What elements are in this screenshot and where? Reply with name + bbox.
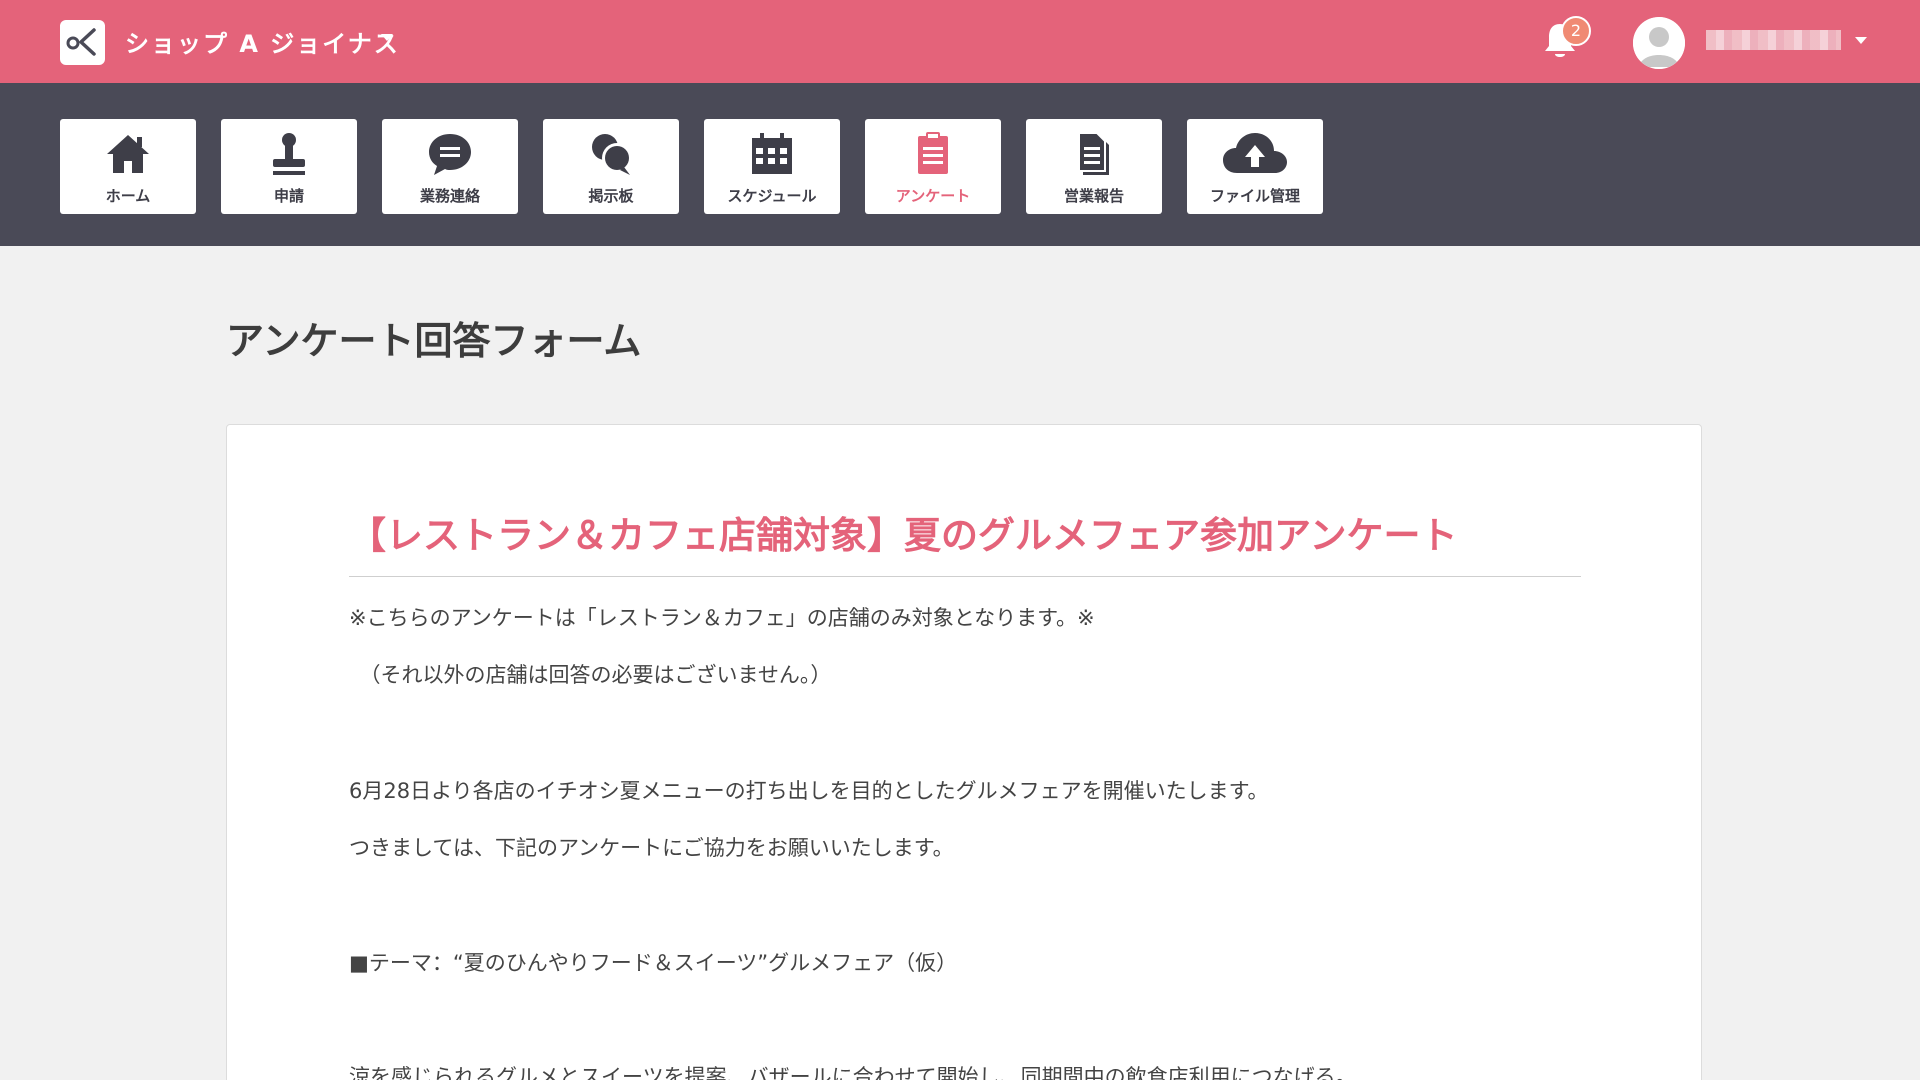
nav-label: 営業報告: [1063, 187, 1124, 205]
nav-label: 業務連絡: [419, 187, 480, 205]
nav-label: ファイル管理: [1209, 187, 1300, 205]
survey-intro: 6月28日より各店のイチオシ夏メニューの打ち出しを目的としたグルメフェアを開催い…: [349, 779, 1269, 803]
page-title: アンケート回答フォーム: [226, 319, 642, 363]
chevron-down-icon[interactable]: [381, 34, 393, 41]
calendar-icon: [704, 129, 840, 179]
app-logo-icon[interactable]: [60, 20, 105, 65]
user-name-pixelated[interactable]: [1706, 30, 1841, 50]
notification-badge: 2: [1561, 16, 1591, 46]
avatar[interactable]: [1633, 17, 1685, 69]
shop-selector[interactable]: ショップ A ジョイナス: [125, 24, 400, 59]
survey-notice-sub: （それ以外の店舗は回答の必要はございません。）: [349, 663, 832, 687]
nav-label: 掲示板: [588, 187, 634, 205]
bulletin-board-icon: [543, 129, 679, 179]
nav-file-management-button[interactable]: ファイル管理: [1187, 119, 1323, 214]
survey-request: つきましては、下記のアンケートにご協力をお願いいたします。: [349, 836, 954, 860]
survey-theme: ■テーマ：“夏のひんやりフード＆スイーツ”グルメフェア（仮）: [349, 951, 958, 975]
survey-description: 涼を感じられるグルメとスイーツを提案、バザールに合わせて開始し、同期間中の飲食店…: [349, 1065, 1357, 1080]
nav-application-button[interactable]: 申請: [221, 119, 357, 214]
survey-title: 【レストラン＆カフェ店舗対象】夏のグルメフェア参加アンケート: [349, 514, 1458, 557]
survey-notice: ※こちらのアンケートは「レストラン＆カフェ」の店舗のみ対象となります。※: [349, 606, 1095, 630]
chevron-down-icon[interactable]: [1855, 37, 1867, 44]
nav-sales-report-button[interactable]: 営業報告: [1026, 119, 1162, 214]
survey-card: 【レストラン＆カフェ店舗対象】夏のグルメフェア参加アンケート ※こちらのアンケー…: [226, 424, 1702, 1080]
nav-label: アンケート: [895, 187, 971, 205]
nav-label: スケジュール: [727, 187, 817, 205]
nav-home-button[interactable]: ホーム: [60, 119, 196, 214]
home-icon: [60, 129, 196, 179]
clipboard-icon: [865, 129, 1001, 179]
chat-bubble-icon: [382, 129, 518, 179]
nav-schedule-button[interactable]: スケジュール: [704, 119, 840, 214]
nav-bulletin-board-button[interactable]: 掲示板: [543, 119, 679, 214]
nav-survey-button[interactable]: アンケート: [865, 119, 1001, 214]
divider: [349, 576, 1581, 577]
document-icon: [1026, 129, 1162, 179]
top-bar: ショップ A ジョイナス 2: [0, 0, 1920, 83]
nav-label: ホーム: [105, 187, 151, 205]
cloud-upload-icon: [1187, 129, 1323, 179]
stamp-icon: [221, 129, 357, 179]
nav-business-contact-button[interactable]: 業務連絡: [382, 119, 518, 214]
nav-label: 申請: [273, 187, 304, 205]
main-navigation: ホーム 申請 業務連絡 掲示板 スケジュール アンケート 営業報告 ファイル管理: [0, 83, 1920, 246]
